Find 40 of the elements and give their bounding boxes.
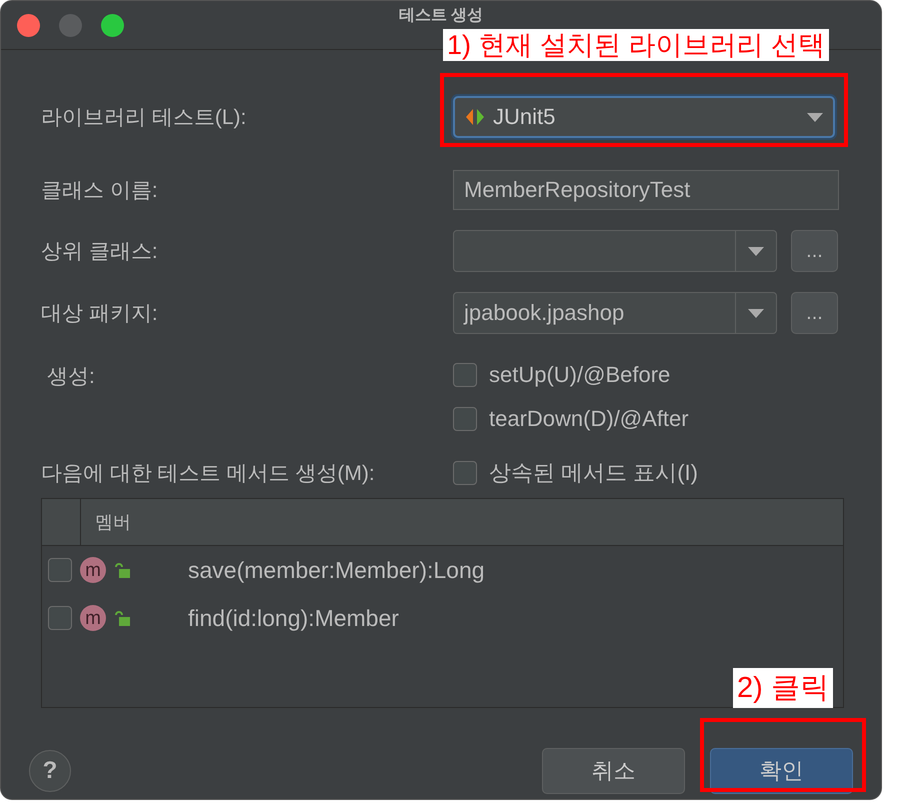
checkbox[interactable] — [453, 363, 477, 387]
combo-field[interactable]: jpabook.jpashop — [453, 292, 777, 334]
field-label: 대상 패키지: — [41, 301, 159, 327]
browse-button[interactable]: ... — [791, 230, 838, 272]
lock-icon — [114, 610, 130, 626]
checkbox[interactable] — [48, 558, 72, 582]
dropdown-arrow-icon — [807, 112, 823, 122]
junit-icon — [465, 108, 485, 126]
field-label: 상위 클래스: — [41, 239, 159, 265]
field-label: 클래스 이름: — [41, 178, 159, 204]
lock-icon — [114, 562, 130, 578]
checkbox-label: tearDown(D)/@After — [489, 406, 689, 432]
minimize-icon[interactable] — [59, 14, 82, 37]
checkbox[interactable] — [48, 606, 72, 630]
member-method[interactable]: find(id:long):Member — [188, 604, 399, 632]
checkbox-label: 상속된 메서드 표시(I) — [489, 459, 698, 487]
annotation-label: 1) 현재 설치된 라이브러리 선택 — [443, 29, 830, 61]
checkbox[interactable] — [453, 407, 477, 431]
checkbox[interactable] — [453, 461, 477, 485]
dropdown-arrow-icon — [748, 246, 764, 256]
browse-button[interactable]: ... — [791, 292, 838, 334]
method-icon: m — [80, 605, 106, 631]
help-button[interactable]: ? — [29, 750, 71, 792]
close-icon[interactable] — [17, 14, 40, 37]
library-dropdown[interactable]: JUnit5 — [453, 96, 835, 138]
annotation-label: 2) 클릭 — [733, 668, 833, 708]
checkbox-label: setUp(U)/@Before — [489, 362, 670, 388]
method-icon: m — [80, 557, 106, 583]
cancel-button[interactable]: 취소 — [542, 748, 685, 794]
member-method[interactable]: save(member:Member):Long — [188, 556, 485, 584]
column-header: 멤버 — [94, 511, 132, 534]
input-field[interactable]: MemberRepositoryTest — [453, 170, 839, 210]
field-label: 다음에 대한 테스트 메서드 생성(M): — [41, 461, 376, 487]
combo-field[interactable] — [453, 230, 777, 272]
ok-button[interactable]: 확인 — [710, 748, 853, 794]
field-label: 라이브러리 테스트(L): — [41, 105, 248, 131]
dropdown-arrow-icon — [748, 308, 764, 318]
zoom-icon[interactable] — [101, 14, 124, 37]
field-label: 생성: — [46, 364, 96, 390]
window-title: 테스트 생성 — [398, 6, 484, 26]
